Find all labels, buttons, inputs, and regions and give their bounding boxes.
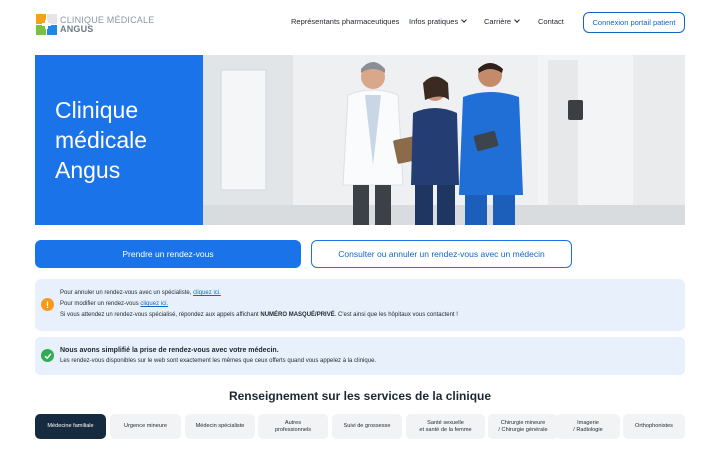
nav-item-pharma-reps[interactable]: Représentants pharmaceutiques <box>291 17 399 26</box>
alert-line: Pour modifier un rendez-vous cliquez ici… <box>60 299 458 310</box>
nav-item-contact[interactable]: Contact <box>538 17 564 26</box>
chevron-down-icon <box>461 17 468 23</box>
warning-icon: ! <box>41 298 54 311</box>
success-alert-body: Les rendez-vous disponibles sur le web s… <box>60 358 377 364</box>
alert-text: . C'est ainsi que les hôpitaux vous cont… <box>334 312 458 318</box>
success-alert-title: Nous avons simplifié la prise de rendez-… <box>60 347 279 354</box>
clinic-logo[interactable]: CLINIQUE MÉDICALE ANGUS <box>36 14 154 35</box>
nav-item-careers[interactable]: Carrière <box>484 17 520 26</box>
tab-minor-emergency[interactable]: Urgence mineure <box>110 414 181 439</box>
info-alert: ! Pour annuler un rendez-vous avec un sp… <box>35 279 685 331</box>
chevron-down-icon <box>514 17 520 23</box>
book-appointment-button[interactable]: Prendre un rendez-vous <box>35 240 301 268</box>
nav-item-label: Carrière <box>484 17 512 26</box>
tab-speech-therapists[interactable]: Orthophonistes <box>623 414 685 439</box>
alert-line: Pour annuler un rendez-vous avec un spéc… <box>60 288 458 299</box>
alert-text: Si vous attendez un rendez-vous spéciali… <box>60 312 259 318</box>
nav-item-practical-info[interactable]: Infos pratiques <box>409 17 468 26</box>
medical-staff-illustration <box>203 55 685 225</box>
check-icon <box>41 349 54 362</box>
hero-banner: Clinique médicale Angus <box>35 55 203 225</box>
tab-imaging[interactable]: Imagerie / Radiologie <box>556 414 620 439</box>
site-header: CLINIQUE MÉDICALE ANGUS Représentants ph… <box>0 0 720 46</box>
nav-item-label: Contact <box>538 17 564 26</box>
success-alert: Nous avons simplifié la prise de rendez-… <box>35 337 685 375</box>
hero-title: Clinique médicale Angus <box>55 97 148 183</box>
services-section-title: Renseignement sur les services de la cli… <box>228 389 492 403</box>
nav-item-label: Représentants pharmaceutiques <box>291 17 400 26</box>
hero-photo <box>203 55 685 225</box>
alert-text: Pour modifier un rendez-vous <box>60 301 139 307</box>
tab-pregnancy-followup[interactable]: Suivi de grossesse <box>332 414 402 439</box>
page: CLINIQUE MÉDICALE ANGUS Représentants ph… <box>0 0 720 450</box>
masked-number-text: NUMÉRO MASQUÉ/PRIVÉ <box>260 312 335 318</box>
tab-specialist[interactable]: Médecin spécialiste <box>185 414 255 439</box>
nav-item-label: Infos pratiques <box>409 17 459 26</box>
cross-logo-icon <box>36 14 57 35</box>
tab-surgery[interactable]: Chirurgie mineure / Chirurgie générale <box>488 414 558 439</box>
alert-line: Si vous attendez un rendez-vous spéciali… <box>60 310 458 321</box>
tab-family-medicine[interactable]: Médecine familiale <box>35 414 106 439</box>
patient-portal-button[interactable]: Connexion portail patient <box>583 12 685 33</box>
alert-text: Pour annuler un rendez-vous avec un spéc… <box>60 290 192 296</box>
logo-line2: ANGUS <box>60 23 94 34</box>
modify-appointment-link[interactable]: cliquez ici. <box>140 301 168 307</box>
tab-sexual-womens-health[interactable]: Santé sexuelle et santé de la femme <box>406 414 485 439</box>
services-tabs: Médecine familiale Urgence mineure Médec… <box>35 414 685 439</box>
cancel-specialist-link[interactable]: cliquez ici. <box>193 290 221 296</box>
manage-appointment-button[interactable]: Consulter ou annuler un rendez-vous avec… <box>311 240 572 268</box>
tab-other-professionals[interactable]: Autres professionnels <box>258 414 328 439</box>
